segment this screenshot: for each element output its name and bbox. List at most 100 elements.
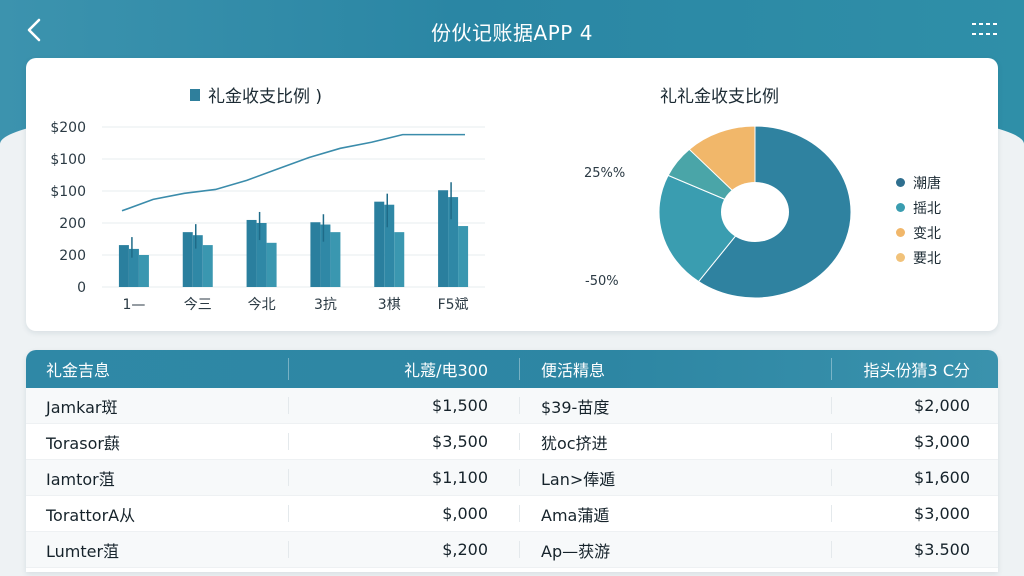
x-tick-label: F5斌: [438, 297, 469, 313]
header-detail: 便活精息: [541, 361, 606, 380]
y-tick-label: $100: [50, 184, 86, 200]
bar: [394, 232, 405, 287]
bar-chart-title: 礼金收支比例 ): [190, 82, 322, 107]
legend-swatch: [190, 88, 200, 101]
cell-name: Torasor蕻: [46, 433, 120, 453]
legend-dot: [896, 178, 905, 187]
x-tick-label: 今北: [248, 297, 276, 313]
bar: [266, 242, 277, 287]
cell-amount: $1,100: [432, 468, 488, 487]
cell-detail: 犹oc挤进: [541, 433, 608, 453]
cell-amount: $1,500: [432, 396, 488, 415]
bar-chart-title-text: 礼金收支比例 ): [208, 87, 323, 107]
legend-label: 摇北: [913, 200, 941, 217]
bar: [310, 222, 321, 287]
menu-button[interactable]: [968, 14, 1002, 44]
row-divider: [831, 505, 832, 522]
cell-name: Jamkar斑: [46, 397, 118, 417]
bar: [128, 248, 139, 287]
cell-detail: Ap—获游: [541, 541, 611, 561]
table-row[interactable]: Torasor蕻 $3,500 犹oc挤进 $3,000: [26, 424, 998, 460]
pie-label-top: 25%%: [584, 166, 626, 181]
cell-total: $3,000: [914, 504, 970, 523]
row-divider: [831, 397, 832, 414]
bar: [192, 235, 203, 287]
x-tick-label: 3抗: [314, 297, 337, 313]
legend-label: 要北: [913, 250, 941, 267]
cell-detail: Ama蒲遁: [541, 505, 610, 525]
column-divider: [519, 358, 520, 380]
row-divider: [288, 469, 289, 486]
row-divider: [288, 505, 289, 522]
cell-detail: $39-苗度: [541, 397, 610, 417]
cell-name: TorattorA从: [46, 505, 136, 525]
table-row[interactable]: TorattorA从 $,000 Ama蒲遁 $3,000: [26, 496, 998, 532]
bar: [118, 245, 129, 287]
table-row[interactable]: Jamkar斑 $1,500 $39-苗度 $2,000: [26, 388, 998, 424]
legend-item: 变北: [896, 220, 941, 245]
top-bar: 份伙记账据APP 4: [0, 0, 1024, 60]
menu-icon: [972, 23, 998, 35]
bar: [458, 226, 469, 287]
row-divider: [288, 397, 289, 414]
row-divider: [831, 433, 832, 450]
bar: [182, 232, 193, 287]
row-divider: [519, 505, 520, 522]
bar: [374, 201, 385, 287]
cell-total: $2,000: [914, 396, 970, 415]
header-amount: 礼蔻/电300: [404, 361, 488, 380]
table-row[interactable]: Iamtor菹 $1,100 Lan>俸遁 $1,600: [26, 460, 998, 496]
bar: [202, 245, 213, 287]
bar: [320, 224, 331, 287]
bar: [138, 255, 149, 287]
cell-total: $1,600: [914, 468, 970, 487]
table-header: 礼金吉息 礼蔻/电300 便活精息 指头份猜3 C分: [26, 350, 998, 388]
legend-item: 摇北: [896, 195, 941, 220]
pie-legend: 潮唐 摇北 变北 要北: [896, 170, 941, 270]
bar: [438, 190, 449, 287]
bar: [330, 232, 341, 287]
row-divider: [519, 541, 520, 558]
x-tick-label: 3棋: [378, 297, 401, 313]
trend-line: [121, 133, 465, 212]
pie-chart-title: 礼礼金收支比例: [660, 87, 779, 107]
gift-table: 礼金吉息 礼蔻/电300 便活精息 指头份猜3 C分 Jamkar斑 $1,500…: [26, 350, 998, 572]
table-row[interactable]: Lumter菹 $,200 Ap—获游 $3.500: [26, 532, 998, 568]
row-divider: [519, 469, 520, 486]
legend-label: 变北: [913, 225, 941, 242]
legend-label: 潮唐: [913, 175, 941, 192]
y-tick-label: $100: [50, 152, 86, 168]
donut-hole: [721, 182, 789, 242]
row-divider: [831, 469, 832, 486]
cell-amount: $,200: [442, 540, 488, 559]
bar: [448, 197, 459, 287]
row-divider: [519, 433, 520, 450]
y-tick-label: 200: [59, 248, 86, 264]
x-tick-label: 今三: [184, 297, 212, 313]
legend-dot: [896, 203, 905, 212]
legend-dot: [896, 253, 905, 262]
pie-label-bottom: -50%: [585, 274, 619, 289]
bar-chart: $200 $100 $100 200 200 0 1— 今三 今北 3抗 3棋 F5斌: [50, 120, 485, 313]
column-divider: [831, 358, 832, 380]
cell-detail: Lan>俸遁: [541, 469, 616, 489]
table-body: Jamkar斑 $1,500 $39-苗度 $2,000 Torasor蕻 $3,500 犹…: [26, 388, 998, 568]
bar: [256, 223, 267, 287]
cell-amount: $,000: [442, 504, 488, 523]
legend-item: 潮唐: [896, 170, 941, 195]
cell-total: $3,000: [914, 432, 970, 451]
y-tick-label: 200: [59, 216, 86, 232]
header-name: 礼金吉息: [46, 361, 111, 380]
bar: [246, 219, 257, 287]
y-tick-label: 0: [77, 280, 86, 296]
page-title: 份伙记账据APP 4: [431, 21, 593, 45]
x-tick-label: 1—: [122, 297, 145, 313]
cell-name: Lumter菹: [46, 541, 120, 561]
cell-name: Iamtor菹: [46, 469, 115, 489]
pie-chart: [658, 125, 852, 299]
row-divider: [519, 397, 520, 414]
row-divider: [288, 433, 289, 450]
row-divider: [288, 541, 289, 558]
bar: [384, 204, 395, 287]
column-divider: [288, 358, 289, 380]
